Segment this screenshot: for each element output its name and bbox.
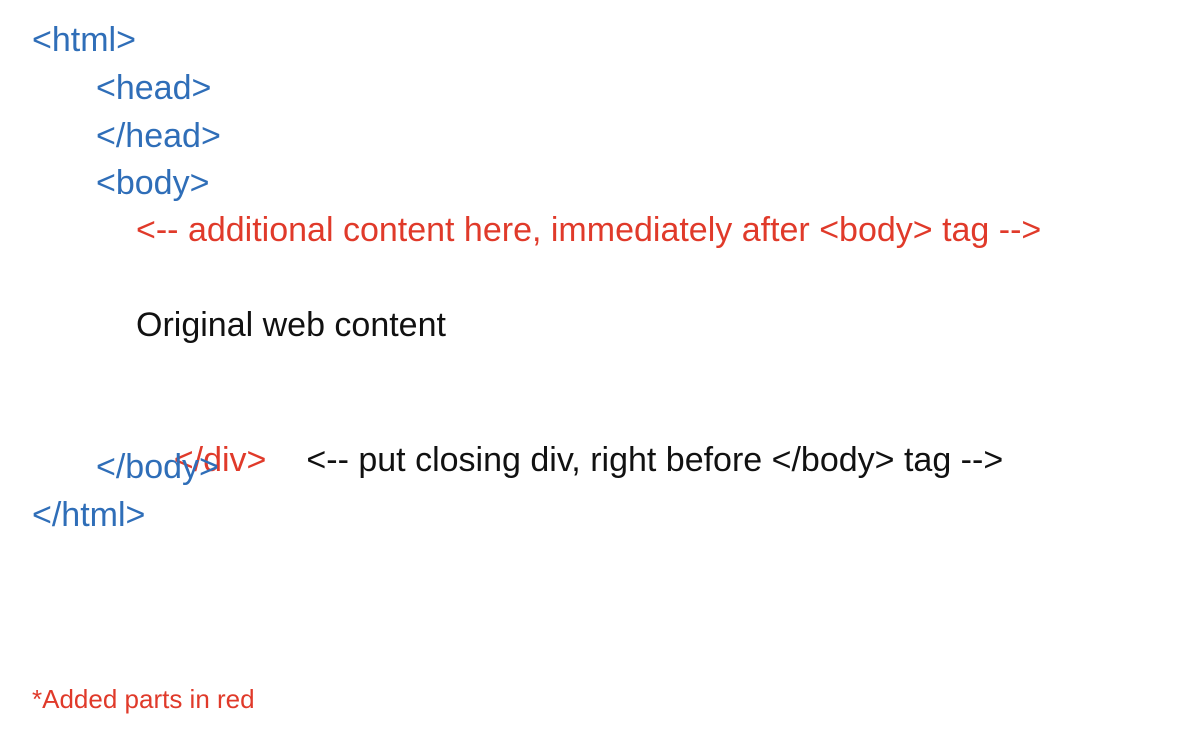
head-open-tag: <head> — [96, 69, 212, 107]
closing-div-line: </div> <-- put closing div, right before … — [136, 400, 1003, 520]
additional-content-comment: <-- additional content here, immediately… — [136, 211, 1042, 249]
html-close-tag: </html> — [32, 496, 146, 534]
html-open-tag: <html> — [32, 21, 136, 59]
body-open-tag: <body> — [96, 164, 210, 202]
added-parts-note: *Added parts in red — [32, 684, 255, 714]
body-close-tag: </body> — [96, 448, 219, 486]
original-content-text: Original web content — [136, 306, 446, 344]
head-close-tag: </head> — [96, 117, 221, 155]
html-structure-diagram: <html> <head> </head> <body> <-- additio… — [0, 0, 1192, 738]
closing-div-comment: <-- put closing div, right before </body… — [306, 441, 1004, 479]
